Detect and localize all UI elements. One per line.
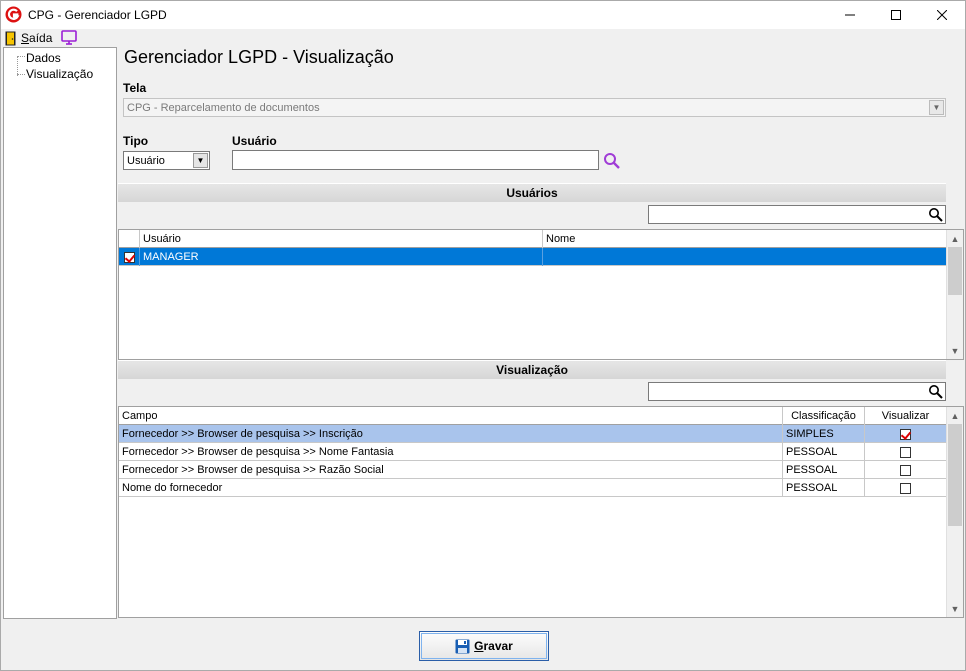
users-grid-scrollbar[interactable]: ▲ ▼	[946, 230, 963, 359]
row-checkbox-cell	[119, 248, 140, 266]
tipo-select-value: Usuário	[127, 154, 165, 167]
tree-item-dados[interactable]: Dados	[26, 51, 61, 65]
table-row[interactable]: Nome do fornecedor PESSOAL	[119, 479, 947, 497]
view-filter-input[interactable]	[648, 382, 946, 401]
cell-nome	[543, 248, 947, 266]
visualizar-checkbox[interactable]	[900, 446, 911, 458]
column-header-usuario[interactable]: Usuário	[140, 230, 543, 248]
view-grid-header: Campo Classificação Visualizar	[119, 407, 947, 425]
checkbox-column-header	[119, 230, 140, 248]
cell-classificacao: PESSOAL	[783, 479, 865, 497]
cell-visualizar	[865, 425, 947, 443]
view-grid: Campo Classificação Visualizar Fornecedo…	[118, 406, 964, 618]
search-icon[interactable]	[603, 152, 621, 170]
close-button[interactable]	[919, 1, 965, 29]
user-select-checkbox[interactable]	[123, 251, 135, 263]
close-icon	[937, 10, 947, 20]
table-row[interactable]: Fornecedor >> Browser de pesquisa >> Ins…	[119, 425, 947, 443]
tipo-select[interactable]: Usuário ▼	[123, 151, 210, 170]
usuario-input[interactable]	[232, 150, 599, 170]
cell-campo: Nome do fornecedor	[119, 479, 783, 497]
table-row[interactable]: Fornecedor >> Browser de pesquisa >> Nom…	[119, 443, 947, 461]
tree-connector	[17, 56, 25, 57]
save-button-label: Gravar	[474, 639, 513, 653]
cell-visualizar	[865, 479, 947, 497]
search-icon[interactable]	[928, 207, 943, 222]
cell-visualizar	[865, 461, 947, 479]
column-header-classificacao[interactable]: Classificação	[783, 407, 865, 425]
save-button[interactable]: Gravar	[419, 631, 549, 661]
floppy-disk-icon	[455, 639, 470, 653]
search-icon[interactable]	[928, 384, 943, 399]
scroll-down-icon[interactable]: ▼	[947, 342, 963, 359]
scroll-thumb[interactable]	[948, 247, 962, 295]
cell-campo: Fornecedor >> Browser de pesquisa >> Raz…	[119, 461, 783, 479]
scroll-up-icon[interactable]: ▲	[947, 407, 963, 424]
page-title: Gerenciador LGPD - Visualização	[124, 47, 394, 67]
minimize-button[interactable]	[827, 1, 873, 29]
chevron-down-icon: ▼	[929, 100, 944, 115]
exit-menu-item[interactable]: Saída	[5, 29, 52, 47]
minimize-icon	[845, 14, 855, 16]
column-header-campo[interactable]: Campo	[119, 407, 783, 425]
monitor-icon[interactable]	[61, 30, 77, 45]
visualizar-checkbox[interactable]	[900, 464, 911, 476]
chevron-down-icon: ▼	[193, 153, 208, 168]
users-section-header: Usuários	[118, 183, 946, 202]
exit-door-icon	[5, 31, 16, 45]
cell-campo: Fornecedor >> Browser de pesquisa >> Nom…	[119, 443, 783, 461]
cell-campo: Fornecedor >> Browser de pesquisa >> Ins…	[119, 425, 783, 443]
tree-connector	[17, 56, 18, 76]
title-bar: CPG - Gerenciador LGPD	[1, 1, 965, 29]
cell-visualizar	[865, 443, 947, 461]
window-title: CPG - Gerenciador LGPD	[28, 8, 167, 22]
tela-select-value: CPG - Reparcelamento de documentos	[127, 101, 320, 114]
table-row[interactable]: Fornecedor >> Browser de pesquisa >> Raz…	[119, 461, 947, 479]
app-window: CPG - Gerenciador LGPD Saída Dados Visua…	[0, 0, 966, 671]
tipo-label: Tipo	[123, 134, 149, 148]
cell-classificacao: PESSOAL	[783, 461, 865, 479]
usuario-label: Usuário	[232, 134, 277, 148]
column-header-nome[interactable]: Nome	[543, 230, 947, 248]
table-row[interactable]: MANAGER	[119, 248, 947, 266]
visualizar-checkbox[interactable]	[900, 428, 911, 440]
tela-label: Tela	[123, 81, 147, 95]
exit-menu-label: Saída	[21, 31, 53, 45]
visualizar-checkbox[interactable]	[900, 482, 911, 494]
tela-select[interactable]: CPG - Reparcelamento de documentos ▼	[123, 98, 946, 117]
users-filter-input[interactable]	[648, 205, 946, 224]
tree-item-visualizacao[interactable]: Visualização	[26, 67, 93, 81]
tree-connector	[17, 74, 25, 75]
view-section-header: Visualização	[118, 360, 946, 379]
view-grid-scrollbar[interactable]: ▲ ▼	[946, 407, 963, 617]
menu-bar: Saída	[1, 29, 965, 47]
cell-usuario: MANAGER	[140, 248, 543, 266]
scroll-thumb[interactable]	[948, 424, 962, 526]
users-grid: Usuário Nome MANAGER ▲ ▼	[118, 229, 964, 360]
users-grid-header: Usuário Nome	[119, 230, 947, 248]
column-header-visualizar[interactable]: Visualizar	[865, 407, 947, 425]
app-logo-icon	[5, 6, 22, 23]
cell-classificacao: PESSOAL	[783, 443, 865, 461]
cell-classificacao: SIMPLES	[783, 425, 865, 443]
maximize-icon	[891, 10, 901, 20]
navigation-tree: Dados Visualização	[3, 47, 117, 619]
scroll-up-icon[interactable]: ▲	[947, 230, 963, 247]
maximize-button[interactable]	[873, 1, 919, 29]
scroll-down-icon[interactable]: ▼	[947, 600, 963, 617]
